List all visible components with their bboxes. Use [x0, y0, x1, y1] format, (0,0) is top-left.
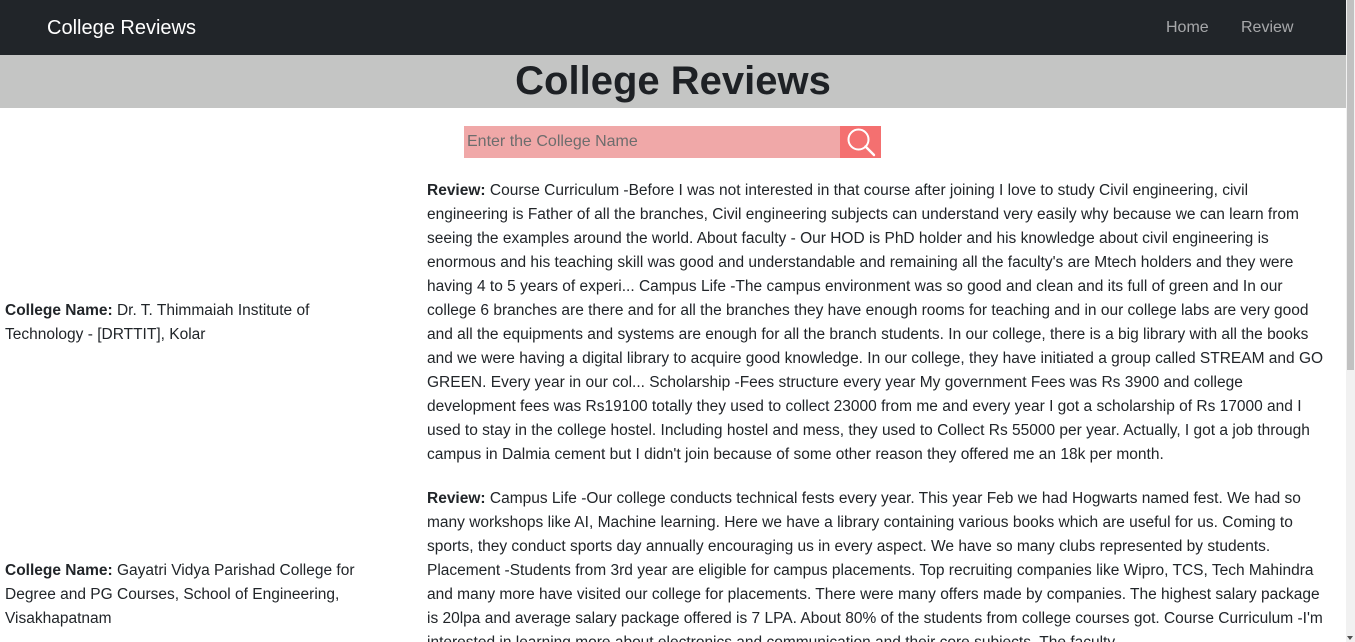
search-icon — [840, 127, 881, 157]
college-name-label: College Name: — [5, 302, 113, 319]
vertical-scrollbar[interactable] — [1346, 0, 1355, 642]
scroll-down-arrow-icon[interactable] — [1347, 636, 1353, 640]
review-label: Review: — [427, 490, 486, 507]
scrollbar-thumb[interactable] — [1347, 0, 1354, 370]
nav-home-link[interactable]: Home — [1166, 17, 1209, 39]
review-body: Course Curriculum -Before I was not inte… — [427, 182, 1324, 463]
college-name-label: College Name: — [5, 562, 113, 579]
review-text: Review: Campus Life -Our college conduct… — [427, 487, 1327, 642]
nav-review-link[interactable]: Review — [1241, 17, 1293, 39]
brand-link[interactable]: College Reviews — [47, 14, 196, 42]
header-band: College Reviews — [0, 55, 1346, 108]
college-name: College Name: Dr. T. Thimmaiah Institute… — [5, 299, 385, 347]
review-text: Review: Course Curriculum -Before I was … — [427, 179, 1327, 467]
review-body: Campus Life -Our college conducts techni… — [427, 490, 1323, 642]
search-button[interactable] — [840, 126, 881, 158]
page: College Reviews Home Review College Revi… — [0, 0, 1355, 642]
top-navbar: College Reviews Home Review — [0, 0, 1346, 55]
review-label: Review: — [427, 182, 486, 199]
search-bar — [464, 126, 881, 158]
college-name: College Name: Gayatri Vidya Parishad Col… — [5, 559, 385, 631]
search-input[interactable] — [464, 126, 840, 158]
page-title: College Reviews — [515, 59, 831, 103]
